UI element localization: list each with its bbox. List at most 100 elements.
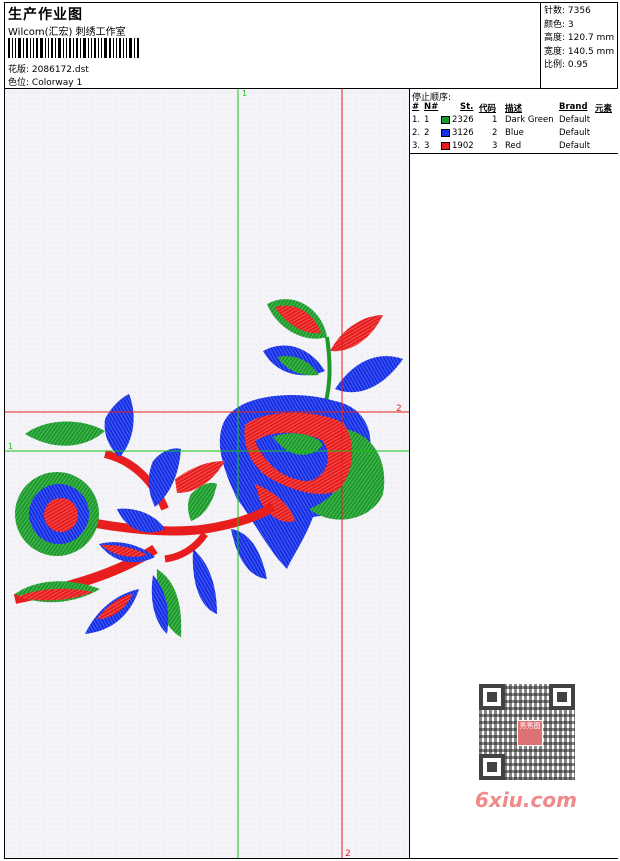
- barcode-bar: [116, 38, 117, 58]
- watermark: 秀秀图 6xiu.com: [471, 680, 591, 812]
- design-label: 花版:: [8, 65, 30, 75]
- barcode-bar: [123, 38, 124, 58]
- barcode-bar: [45, 38, 46, 58]
- cell-num: 3.: [412, 141, 421, 151]
- table-row: 1. 1 2326 1 Dark Green Default: [410, 114, 618, 127]
- leaf-lower-blue-right: [231, 529, 267, 579]
- height-row: 高度: 120.7 mm: [544, 33, 615, 43]
- barcode-bar: [30, 38, 31, 58]
- colorway-row: 色位: Colorway 1: [8, 75, 82, 88]
- barcode-bar: [98, 38, 99, 58]
- barcode-bar: [69, 38, 71, 58]
- cell-brand: Default: [559, 128, 591, 138]
- cell-st: 2326: [452, 115, 474, 125]
- cell-desc: Blue: [505, 128, 524, 138]
- barcode-bar: [15, 38, 16, 58]
- barcode-bar: [55, 38, 56, 58]
- embroidery-preview: 1 1 2 2: [5, 89, 409, 858]
- color-swatch: [441, 129, 450, 137]
- qr-finder: [479, 684, 505, 710]
- guide-marker-1-top: 1: [242, 89, 247, 98]
- barcode-bar: [66, 38, 67, 58]
- leaf-right-blue: [335, 356, 403, 393]
- color-swatch: [441, 116, 450, 124]
- design-row: 花版: 2086172.dst: [8, 62, 89, 75]
- page-title: 生产作业图: [8, 7, 83, 23]
- barcode-bar: [126, 38, 127, 58]
- color-count: 3: [567, 19, 574, 30]
- barcode-bar: [73, 38, 74, 58]
- cell-num: 1.: [412, 115, 421, 125]
- color-count-row: 颜色: 3: [544, 19, 574, 30]
- stitch-count-row: 针数: 7356: [544, 6, 591, 16]
- design-stats: 针数: 7356 颜色: 3 高度: 120.7 mm 宽度: 140.5 mm…: [544, 5, 614, 73]
- leaf-upper-left-blue: [104, 394, 134, 457]
- barcode-bar: [8, 38, 10, 58]
- design-height: 120.7 mm: [567, 33, 615, 43]
- barcode-bar: [23, 38, 24, 58]
- design-width: 140.5 mm: [567, 46, 615, 57]
- guide-marker-1-left: 1: [8, 442, 13, 451]
- guide-marker-2-bottom: 2: [345, 849, 351, 858]
- table-row: 2. 2 3126 2 Blue Default: [410, 127, 618, 140]
- barcode-bar: [51, 38, 53, 58]
- design-file: 2086172.dst: [31, 65, 89, 75]
- cell-brand: Default: [559, 141, 591, 151]
- left-flower-red: [44, 498, 78, 532]
- leaf-upper-left-green: [25, 421, 105, 446]
- cell-desc: Dark Green: [505, 115, 554, 125]
- barcode-bar: [94, 38, 96, 58]
- stitch-count: 7356: [567, 6, 591, 16]
- barcode-bar: [76, 38, 78, 58]
- barcode-bar: [101, 38, 102, 58]
- barcode-bar: [119, 38, 121, 58]
- width-row: 宽度: 140.5 mm: [544, 46, 615, 57]
- barcode-bar: [48, 38, 49, 58]
- cell-brand: Default: [559, 115, 591, 125]
- design-canvas: 1 1 2 2: [5, 89, 409, 858]
- design-scale: 0.95: [567, 60, 588, 70]
- cell-code: 2: [492, 128, 498, 138]
- colorway-label: 色位:: [8, 78, 30, 88]
- cell-no: 3: [424, 141, 430, 151]
- stats-divider: [540, 2, 541, 88]
- barcode-bar: [26, 38, 28, 58]
- leaf-center-blue: [148, 448, 181, 507]
- barcode-bar: [83, 38, 86, 58]
- table-row: 3. 3 1902 3 Red Default: [410, 140, 618, 153]
- leaf-top-right-red: [330, 315, 383, 352]
- cell-num: 2.: [412, 128, 421, 138]
- barcode-bar: [134, 38, 135, 58]
- barcode-bar: [40, 38, 43, 58]
- barcode-bar: [18, 38, 21, 58]
- barcode-bar: [109, 38, 111, 58]
- cell-code: 1: [492, 115, 498, 125]
- barcode: [8, 38, 143, 58]
- barcode-bar: [80, 38, 81, 58]
- barcode-bar: [137, 38, 139, 58]
- qr-finder: [549, 684, 575, 710]
- color-swatch: [441, 142, 450, 150]
- barcode-bar: [104, 38, 107, 58]
- qr-code: 秀秀图: [479, 684, 575, 780]
- colorway-value: Colorway 1: [31, 78, 83, 88]
- barcode-bar: [129, 38, 132, 58]
- scale-row: 比例: 0.95: [544, 60, 588, 70]
- studio-name: Wilcom(汇宏) 刺绣工作室: [8, 27, 126, 38]
- qr-seal-logo: 秀秀图: [517, 720, 543, 746]
- barcode-bar: [58, 38, 61, 58]
- barcode-bar: [88, 38, 89, 58]
- barcode-bar: [33, 38, 34, 58]
- barcode-bar: [12, 38, 13, 58]
- barcode-bar: [113, 38, 114, 58]
- cell-code: 3: [492, 141, 498, 151]
- barcode-bar: [63, 38, 64, 58]
- leaf-lower-blue: [192, 549, 217, 614]
- cell-desc: Red: [505, 141, 522, 151]
- cell-no: 1: [424, 115, 430, 125]
- table-header: # N# St. 代码 描述 Brand 元素: [412, 102, 613, 114]
- barcode-bar: [36, 38, 38, 58]
- guide-marker-2-right: 2: [396, 404, 402, 414]
- barcode-bar: [91, 38, 92, 58]
- cell-st: 1902: [452, 141, 474, 151]
